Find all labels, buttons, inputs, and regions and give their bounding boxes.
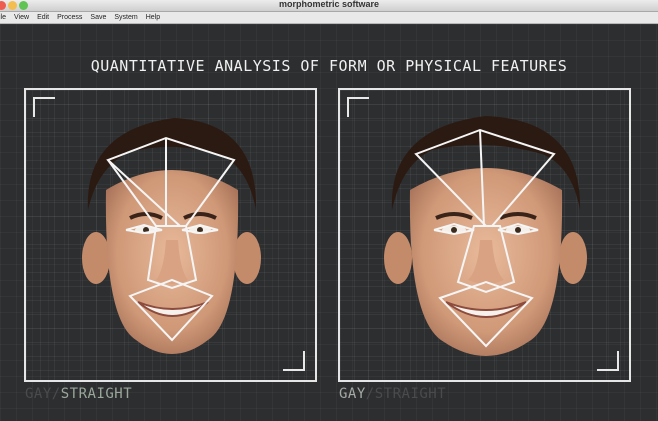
face-image-left <box>82 118 261 354</box>
ear-left <box>82 232 110 284</box>
face-image-right <box>384 116 587 356</box>
menu-bar: ile View Edit Process Save System Help <box>0 12 658 24</box>
menu-save[interactable]: Save <box>86 12 110 23</box>
page-title: Quantitative analysis of form or physica… <box>90 57 568 75</box>
classification-label-right: GAY/STRAIGHT <box>339 386 446 402</box>
title-bar: morphometric software <box>0 0 658 12</box>
label-separator: / <box>365 386 375 402</box>
window-title: morphometric software <box>278 0 380 9</box>
menu-system[interactable]: System <box>110 12 141 23</box>
label-gay-inactive: GAY <box>25 386 52 402</box>
menu-edit[interactable]: Edit <box>33 12 53 23</box>
label-gay-active: GAY <box>339 386 366 402</box>
menu-help[interactable]: Help <box>142 12 164 23</box>
analysis-canvas: Quantitative analysis of form or physica… <box>0 24 658 421</box>
face-panel-left <box>24 88 317 382</box>
face-panel-right <box>338 88 631 382</box>
menu-process[interactable]: Process <box>53 12 86 23</box>
ear-left <box>384 232 412 284</box>
menu-view[interactable]: View <box>10 12 33 23</box>
ear-right <box>559 232 587 284</box>
menu-file[interactable]: ile <box>0 12 10 23</box>
label-straight-inactive: STRAIGHT <box>374 386 447 402</box>
classification-label-left: GAY/STRAIGHT <box>25 386 132 402</box>
label-straight-active: STRAIGHT <box>60 386 133 402</box>
label-separator: / <box>51 386 61 402</box>
